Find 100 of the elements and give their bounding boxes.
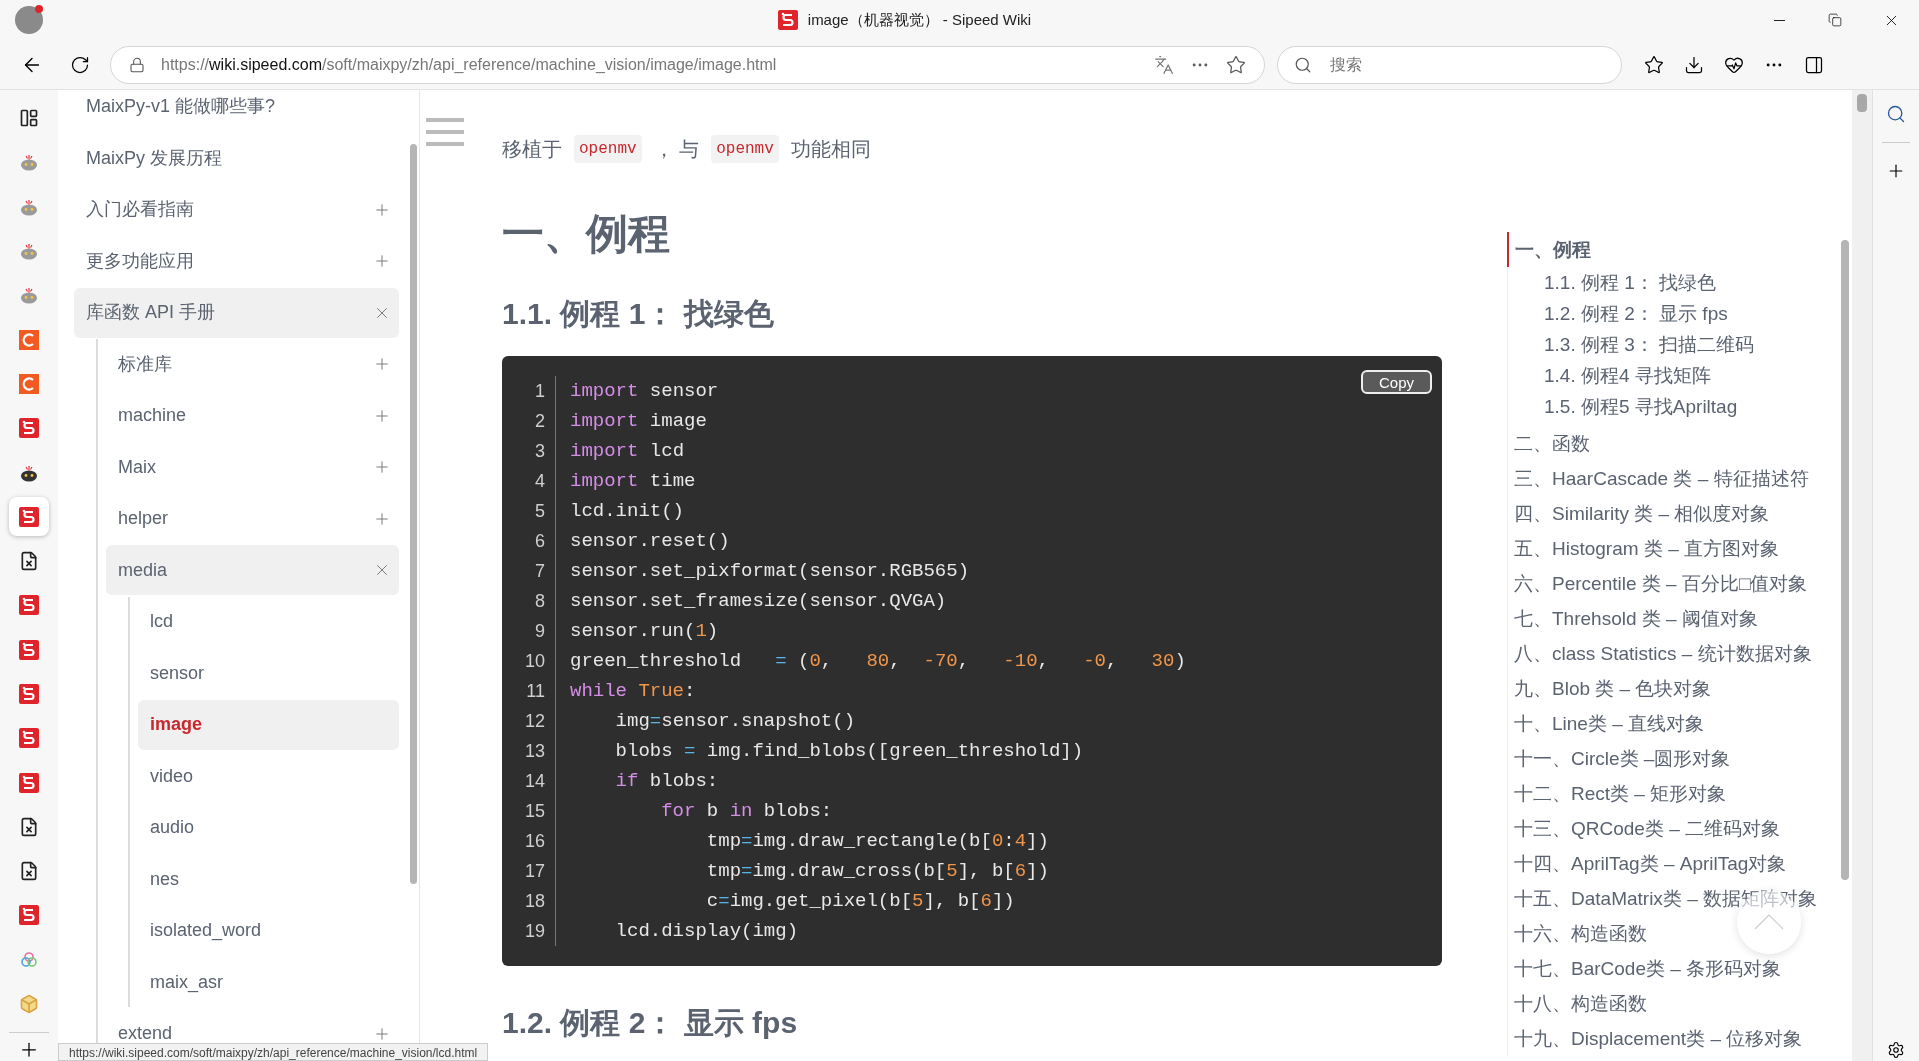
- line-number: 2: [535, 410, 545, 433]
- toc-item[interactable]: 十八、构造函数: [1508, 986, 1838, 1021]
- toc-item[interactable]: 十四、AprilTag类 – AprilTag对象: [1508, 846, 1838, 881]
- code-line: import lcd: [570, 439, 685, 464]
- favorites-icon[interactable]: [1644, 54, 1664, 75]
- logo-icon: [19, 905, 39, 926]
- nav-item[interactable]: helper: [106, 493, 399, 544]
- scrollbar-thumb[interactable]: [1857, 94, 1867, 112]
- line-number: 18: [524, 890, 545, 913]
- line-number: 14: [524, 770, 545, 793]
- nav-item[interactable]: isolated_word: [138, 905, 399, 956]
- nav-item[interactable]: nes: [138, 854, 399, 904]
- toc-item[interactable]: 七、Threhsold 类 – 阈值对象: [1508, 601, 1838, 636]
- logo-icon: [19, 329, 39, 350]
- toc-item[interactable]: 1.5. 例程5 寻找Apriltag: [1544, 391, 1838, 422]
- cube-icon: [19, 994, 39, 1015]
- expand-icon: [373, 458, 391, 476]
- search-field[interactable]: 搜索: [1277, 45, 1622, 84]
- nav-item[interactable]: image: [138, 699, 399, 750]
- toc-item[interactable]: 1.4. 例程4 寻找矩阵: [1544, 360, 1838, 391]
- code-line: import image: [570, 409, 707, 434]
- nav-item[interactable]: sensor: [138, 648, 399, 698]
- toc-item[interactable]: 十五、DataMatrix类 – 数据矩阵对象: [1508, 881, 1838, 916]
- restore-icon: [1828, 13, 1842, 27]
- robot-icon: [19, 463, 39, 482]
- refresh-icon: [70, 54, 90, 75]
- nav-item[interactable]: 标准库: [106, 339, 399, 389]
- toc-item[interactable]: 四、Similarity 类 – 相似度对象: [1508, 496, 1838, 531]
- toc-item[interactable]: 一、例程: [1507, 232, 1838, 267]
- scrollbar-thumb[interactable]: [1841, 240, 1849, 880]
- nav-item[interactable]: MaixPy-v1 能做哪些事?: [74, 90, 399, 132]
- nav-item[interactable]: maix_asr: [138, 957, 399, 1007]
- line-number: 19: [524, 920, 545, 943]
- code-line: if blobs:: [614, 769, 719, 794]
- translate-icon[interactable]: [1154, 54, 1174, 75]
- address-field[interactable]: https://wiki.sipeed.com/soft/maixpy/zh/api_reference/machine_vision/image/image.html: [110, 45, 1265, 84]
- toc-item[interactable]: 九、Blob 类 – 色块对象: [1508, 671, 1838, 706]
- line-number: 11: [526, 680, 545, 703]
- download-icon[interactable]: [1684, 54, 1704, 75]
- favicon-icon: [777, 10, 798, 30]
- toc-item[interactable]: 1.3. 例程 3： 扫描二维码: [1544, 329, 1838, 360]
- logo-icon: [19, 418, 39, 439]
- toc-item[interactable]: 1.1. 例程 1： 找绿色: [1544, 267, 1838, 298]
- code-line: for b in blobs:: [660, 799, 833, 824]
- layout-icon: [19, 108, 39, 129]
- search-input[interactable]: 搜索: [1330, 52, 1605, 77]
- nav-item[interactable]: MaixPy 发展历程: [74, 133, 399, 183]
- nav-item[interactable]: Maix: [106, 442, 399, 492]
- toc-item[interactable]: 十九、Displacement类 – 位移对象: [1508, 1021, 1838, 1056]
- settings-icon[interactable]: [1887, 1041, 1905, 1059]
- robot-icon: [19, 242, 39, 261]
- toc-item[interactable]: 十七、BarCode类 – 条形码对象: [1508, 951, 1838, 986]
- code-line: tmp=img.draw_rectangle(b[0:4]): [705, 829, 1049, 854]
- toc-item[interactable]: 十、Line类 – 直线对象: [1508, 706, 1838, 741]
- nav-item[interactable]: media: [106, 545, 399, 595]
- profile-avatar[interactable]: [15, 6, 43, 34]
- toc-item[interactable]: 十二、Rect类 – 矩形对象: [1508, 776, 1838, 811]
- sidebar-icon[interactable]: [1804, 54, 1824, 75]
- line-number: 13: [524, 740, 545, 763]
- line-number: 12: [524, 710, 545, 733]
- toc-item[interactable]: 二、函数: [1508, 426, 1838, 461]
- toc-item[interactable]: 五、Histogram 类 – 直方图对象: [1508, 531, 1838, 566]
- subsection-heading: 1.2. 例程 2： 显示 fps: [502, 1005, 799, 1041]
- code-line: c=img.get_pixel(b[5], b[6]): [705, 889, 1015, 914]
- robot-icon: [19, 197, 39, 216]
- line-number: 17: [524, 860, 545, 883]
- window-title: image（机器视觉） - Sipeed Wiki: [807, 9, 1032, 30]
- code-line: import sensor: [570, 379, 719, 404]
- nav-item[interactable]: video: [138, 751, 399, 801]
- favorite-icon[interactable]: [1226, 54, 1246, 75]
- code-line: sensor.reset(): [570, 529, 730, 554]
- toc-item[interactable]: 六、Percentile 类 – 百分比□值对象: [1508, 566, 1838, 601]
- robot-icon: [19, 286, 39, 305]
- toc-item[interactable]: 十一、Circle类 –圆形对象: [1508, 741, 1838, 776]
- document-error-icon: [19, 816, 39, 837]
- toc-item[interactable]: 三、HaarCascade 类 – 特征描述符: [1508, 461, 1838, 496]
- nav-item[interactable]: 更多功能应用: [74, 236, 399, 286]
- toc-item[interactable]: 十三、QRCode类 – 二维码对象: [1508, 811, 1838, 846]
- toc-item[interactable]: 八、class Statistics – 统计数据对象: [1508, 636, 1838, 671]
- logo-icon: [19, 728, 39, 749]
- logo-icon: [19, 684, 39, 704]
- url-text: https://wiki.sipeed.com/soft/maixpy/zh/api_reference/machine_vision/image/image.html: [161, 54, 778, 75]
- nav-item[interactable]: 入门必看指南: [74, 184, 399, 235]
- search-icon[interactable]: [1886, 104, 1906, 124]
- nav-item[interactable]: machine: [106, 390, 399, 441]
- logo-icon: [19, 595, 39, 616]
- code-line: sensor.run(1): [570, 619, 719, 644]
- nav-item[interactable]: lcd: [138, 596, 399, 647]
- scrollbar-thumb[interactable]: [409, 144, 417, 884]
- document-error-icon: [19, 861, 39, 882]
- copy-button[interactable]: Copy: [1360, 370, 1432, 394]
- toc-item[interactable]: 十六、构造函数: [1508, 916, 1838, 951]
- robot-icon: [19, 153, 39, 172]
- line-number: 5: [535, 500, 545, 523]
- toc-item[interactable]: 1.2. 例程 2： 显示 fps: [1544, 298, 1838, 329]
- code-line: tmp=img.draw_cross(b[5], b[6]): [705, 859, 1049, 884]
- expand-icon: [373, 355, 391, 373]
- logo-icon: [19, 639, 39, 660]
- nav-item[interactable]: 库函数 API 手册: [74, 287, 399, 338]
- nav-item[interactable]: audio: [138, 802, 399, 853]
